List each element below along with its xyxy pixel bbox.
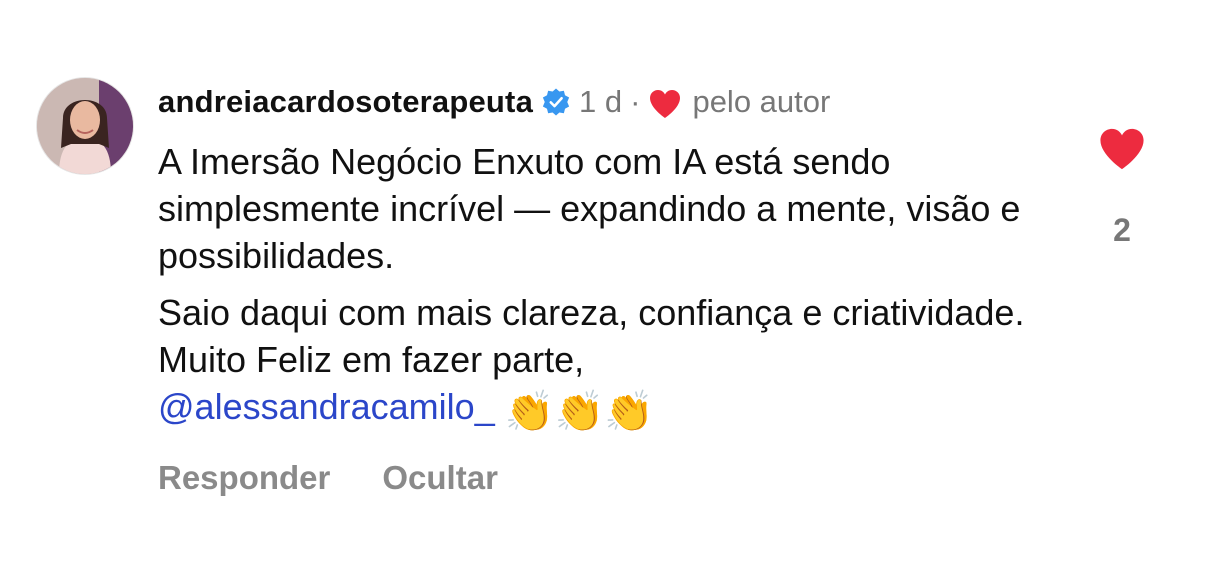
like-count: 2 bbox=[1113, 212, 1131, 248]
avatar[interactable] bbox=[37, 78, 133, 174]
like-button[interactable] bbox=[1097, 126, 1147, 172]
heart-icon bbox=[1100, 128, 1144, 170]
avatar-image bbox=[37, 78, 133, 174]
username[interactable]: andreiacardosoterapeuta bbox=[158, 84, 533, 120]
hide-button[interactable]: Ocultar bbox=[382, 459, 498, 497]
reply-button[interactable]: Responder bbox=[158, 459, 330, 497]
comment-time: 1 d bbox=[579, 84, 623, 119]
comment-paragraph-2: Saio daqui com mais clareza, confiança e… bbox=[158, 289, 1058, 432]
comment-paragraph-1: A Imersão Negócio Enxuto com IA está sen… bbox=[158, 141, 1021, 276]
meta-separator: · bbox=[630, 84, 641, 119]
like-column: 2 bbox=[1096, 126, 1148, 249]
clapping-hands-emoji: 👏👏👏 bbox=[504, 390, 655, 434]
comment-paragraph-2-text: Saio daqui com mais clareza, confiança e… bbox=[158, 292, 1025, 380]
mention-link[interactable]: @alessandracamilo_ bbox=[158, 386, 495, 427]
comment-text: A Imersão Negócio Enxuto com IA está sen… bbox=[158, 138, 1058, 432]
liked-by-author-label: pelo autor bbox=[692, 84, 831, 119]
verified-badge-icon bbox=[541, 87, 571, 117]
comment-meta: andreiacardosoterapeuta 1 d · pelo autor bbox=[158, 80, 1058, 124]
comment: andreiacardosoterapeuta 1 d · pelo autor… bbox=[158, 80, 1058, 432]
comment-actions: Responder Ocultar bbox=[158, 459, 498, 497]
heart-icon bbox=[648, 88, 682, 120]
